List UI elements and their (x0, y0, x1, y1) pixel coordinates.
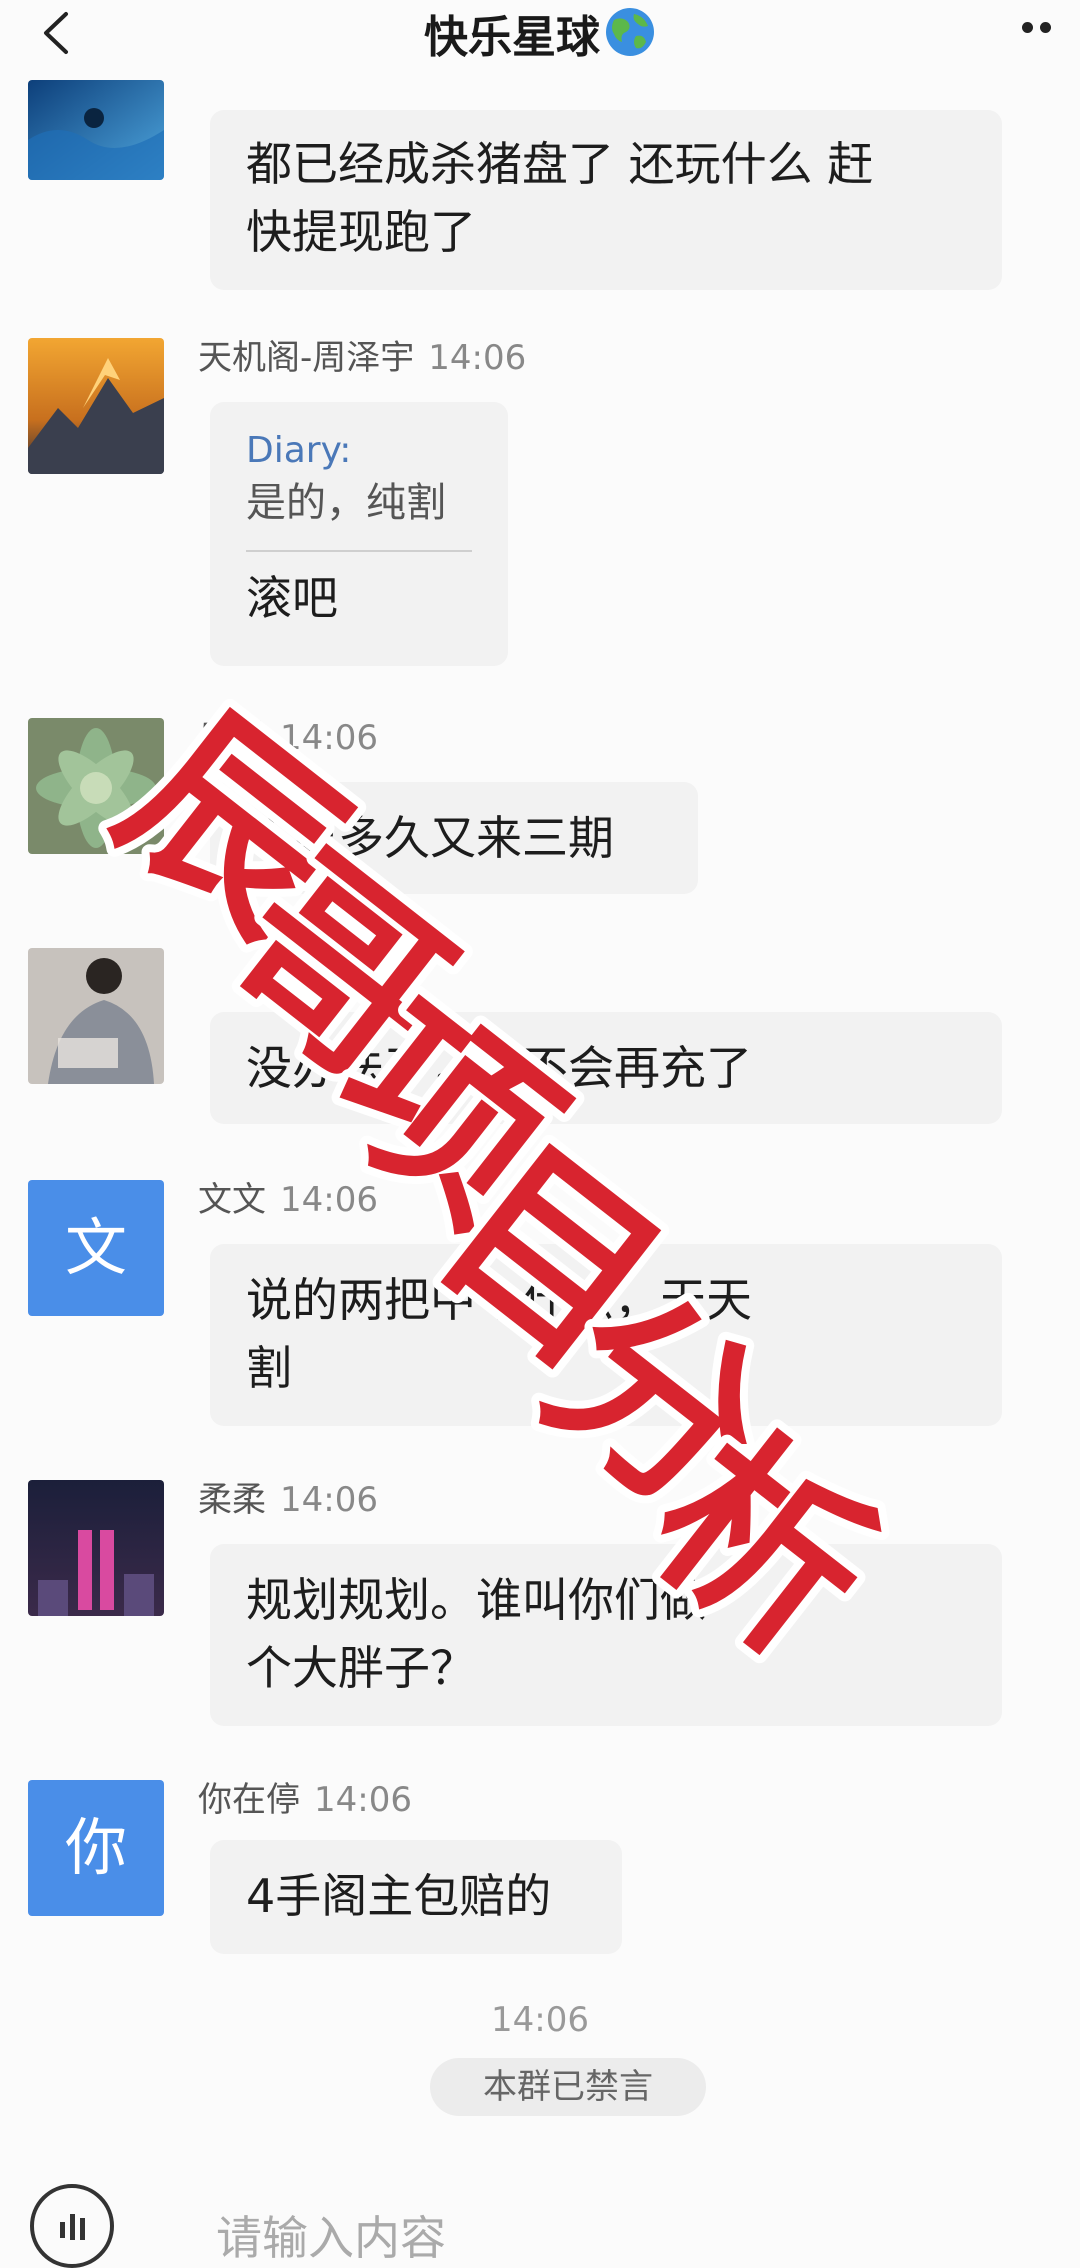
avatar[interactable] (28, 948, 164, 1084)
message-time: 14:06 (280, 718, 378, 758)
message-text: 说的两把中个什么，天天 (246, 1273, 752, 1327)
more-options-icon[interactable] (1022, 18, 1066, 48)
message-time: 14:06 (280, 1180, 378, 1220)
voice-input-icon[interactable] (30, 2184, 114, 2268)
avatar[interactable] (28, 80, 164, 180)
message-bubble[interactable]: 不要多久又来三期 (210, 782, 698, 894)
message-text: 快提现跑了 (246, 205, 476, 259)
message-text: 割 (246, 1341, 292, 1395)
message-text: 不要多久又来三期 (246, 811, 614, 865)
input-bar: 请输入内容 (0, 2170, 1080, 2268)
message-bubble[interactable]: 4手阁主包赔的 (210, 1840, 622, 1954)
globe-emoji-icon (606, 8, 654, 56)
sender-info: 天机阁-周泽宇 14:06 (198, 338, 526, 378)
avatar[interactable] (28, 1480, 164, 1616)
message-bubble[interactable]: 说的两把中个什么，天天 割 (210, 1244, 1002, 1426)
sender-name: 你在停 (198, 1780, 300, 1820)
sender-name: 天机阁-周泽宇 (198, 338, 415, 378)
message-text: 规划规划。谁叫你们做 (246, 1573, 706, 1627)
sender-info: 你在停 14:06 (198, 1780, 412, 1820)
message-time: 14:06 (428, 338, 527, 378)
sender-name: 文文 (198, 1180, 266, 1220)
message-text: 4手阁主包赔的 (246, 1869, 552, 1923)
quote-text: 是的，纯割 (246, 480, 446, 526)
sender-info (198, 948, 212, 988)
sender-name: 柔柔 (198, 1480, 266, 1520)
quote-author: Diary: (246, 430, 352, 471)
message-time: 14:06 (314, 1780, 412, 1820)
message-time: 14:06 (280, 1480, 378, 1520)
message-text: 滚吧 (246, 571, 338, 625)
message-bubble[interactable]: Diary: 是的，纯割 滚吧 (210, 402, 508, 666)
chat-title: 快乐星球 (0, 6, 1080, 66)
avatar[interactable]: 你 (28, 1780, 164, 1916)
quote-divider (246, 550, 472, 552)
message-bubble[interactable]: 没办法了，也不会再充了 (210, 1012, 1002, 1124)
sender-info: 乐乐 14:06 (198, 718, 378, 758)
message-text: 个大胖子？ (246, 1641, 476, 1695)
group-name: 快乐星球 (424, 12, 600, 63)
sender-info: 文文 14:06 (198, 1180, 378, 1220)
system-time: 14:06 (491, 2000, 589, 2040)
avatar[interactable] (28, 718, 164, 854)
sender-info: 柔柔 14:06 (198, 1480, 378, 1520)
mute-notice: 本群已禁言 (430, 2058, 706, 2116)
avatar[interactable]: 文 (28, 1180, 164, 1316)
message-text: 都已经成杀猪盘了 还玩什么 赶 (246, 137, 874, 191)
message-text: 没办法了，也不会再充了 (246, 1041, 752, 1095)
message-bubble[interactable]: 规划规划。谁叫你们做 个大胖子？ (210, 1544, 1002, 1726)
sender-name: 乐乐 (198, 718, 266, 758)
message-bubble[interactable]: 都已经成杀猪盘了 还玩什么 赶 快提现跑了 (210, 110, 1002, 290)
chat-header: 快乐星球 (0, 0, 1080, 80)
message-input[interactable]: 请输入内容 (216, 2202, 446, 2268)
avatar[interactable] (28, 338, 164, 474)
